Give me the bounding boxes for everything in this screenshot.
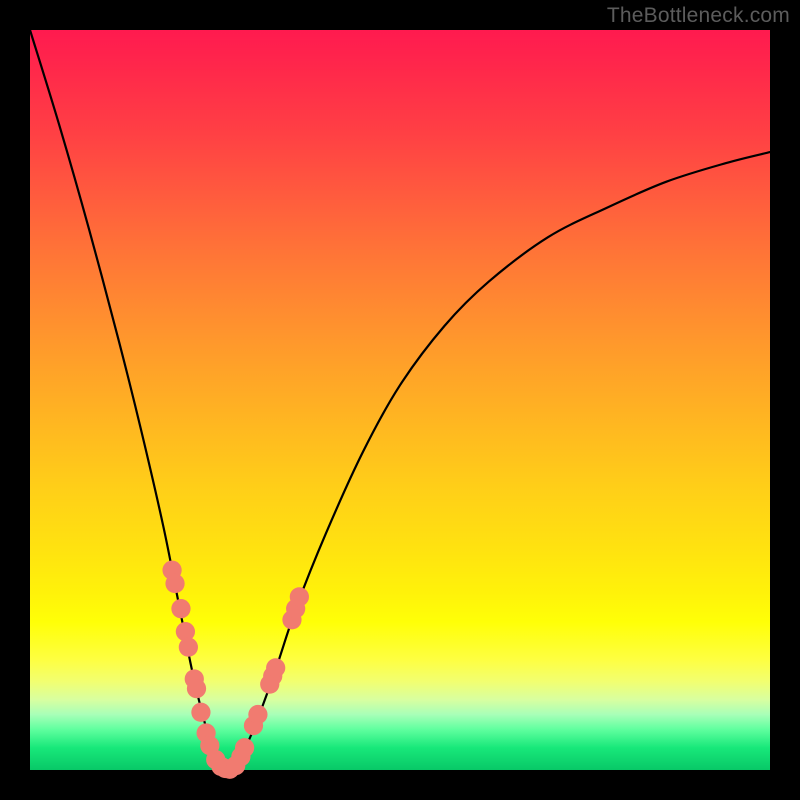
marker-dot [290,587,309,606]
marker-dot [235,738,254,757]
marker-dot [191,703,210,722]
gradient-plot-area [30,30,770,770]
curve-markers [162,561,309,779]
marker-dot [171,599,190,618]
outer-frame: TheBottleneck.com [0,0,800,800]
watermark-text: TheBottleneck.com [607,4,790,28]
marker-dot [248,705,267,724]
bottleneck-curve [30,30,770,770]
marker-dot [266,658,285,677]
marker-dot [179,638,198,657]
chart-svg [30,30,770,770]
marker-dot [165,574,184,593]
marker-dot [187,679,206,698]
